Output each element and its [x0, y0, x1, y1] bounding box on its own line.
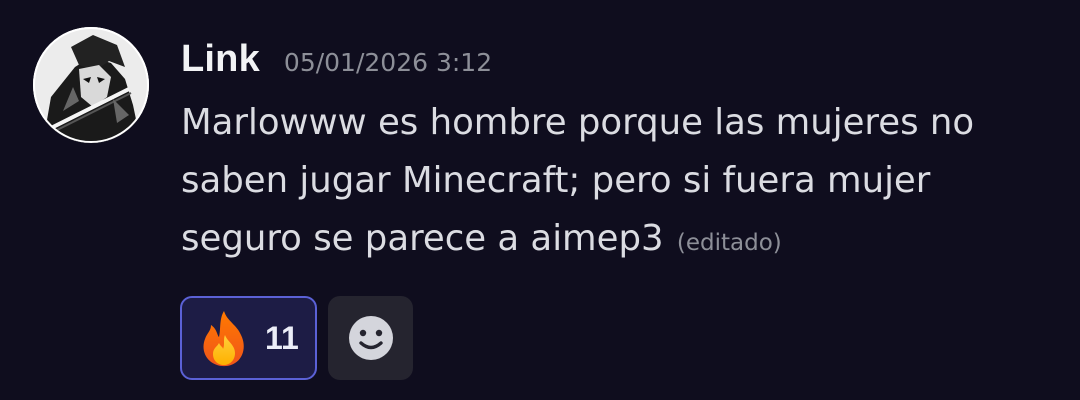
smiley-face-icon: [348, 316, 393, 360]
avatar[interactable]: [33, 27, 149, 143]
add-reaction-button[interactable]: [328, 296, 413, 380]
fire-emoji-icon: [203, 311, 244, 367]
message-content: Marlowww es hombre porque las mujeres no…: [181, 94, 1061, 272]
message-line-last: seguro se parece a aimep3 (editado): [181, 210, 1061, 272]
anime-character-avatar-icon: [33, 27, 149, 143]
message-line: Marlowww es hombre porque las mujeres no: [181, 102, 975, 143]
username[interactable]: Link: [181, 38, 260, 81]
message-line: saben jugar Minecraft; pero si fuera muj…: [181, 160, 931, 201]
reaction-count: 11: [265, 319, 299, 356]
message-header: Link 05/01/2026 3:12: [181, 38, 492, 86]
message-line: seguro se parece a aimep3: [181, 218, 664, 259]
edited-label: (editado): [676, 230, 782, 256]
reactions-bar: 11: [180, 296, 413, 380]
reaction-fire[interactable]: 11: [180, 296, 317, 380]
chat-message: Link 05/01/2026 3:12 Marlowww es hombre …: [0, 0, 1080, 400]
timestamp: 05/01/2026 3:12: [283, 48, 493, 77]
